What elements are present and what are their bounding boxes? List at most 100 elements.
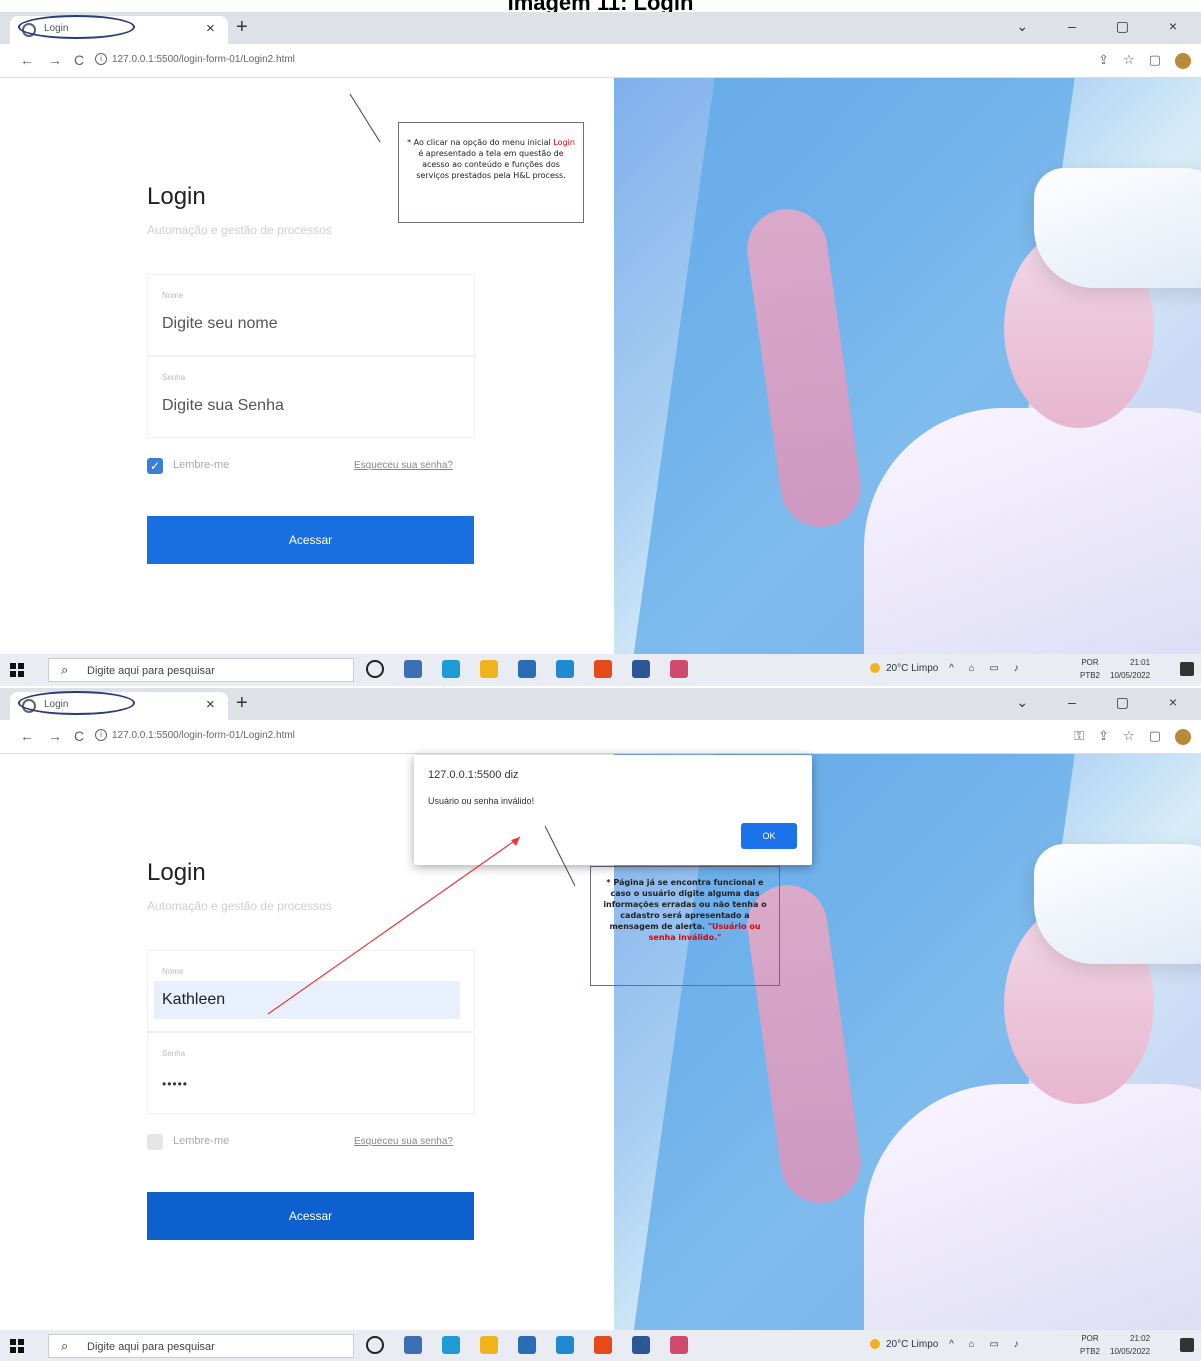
login-title: Login xyxy=(147,859,206,886)
note-highlight: Login xyxy=(553,138,575,147)
back-arrow-icon[interactable]: ← xyxy=(20,728,34,744)
alert-origin: 127.0.0.1:5500 diz xyxy=(428,769,519,781)
cortana-icon[interactable] xyxy=(366,660,384,678)
windows-start-icon[interactable] xyxy=(10,663,24,677)
window-controls[interactable]: ⌄ – ▢ × xyxy=(1016,18,1195,35)
remember-checkbox[interactable] xyxy=(147,1134,163,1150)
document-caption-text: Imagem 11: Login xyxy=(508,0,694,12)
forward-arrow-icon[interactable]: → xyxy=(48,728,62,744)
reload-icon[interactable]: C xyxy=(74,52,84,68)
tab-close-icon[interactable]: × xyxy=(206,20,215,37)
search-icon: ⌕ xyxy=(61,662,69,677)
info-icon[interactable]: i xyxy=(95,53,107,65)
info-icon[interactable]: i xyxy=(95,729,107,741)
name-field[interactable]: Nome Kathleen xyxy=(147,950,475,1032)
word-icon[interactable] xyxy=(632,660,650,678)
system-tray[interactable]: 20°C Limpo ^ ⌂ ▭ ♪ xyxy=(870,663,1025,674)
profile-avatar[interactable] xyxy=(1175,728,1191,745)
language-indicator[interactable]: POR PTB2 xyxy=(1080,656,1100,682)
paint-icon[interactable] xyxy=(670,660,688,678)
remember-checkbox[interactable]: ✓ xyxy=(147,458,163,474)
page-content: Login Automação e gestão de processos No… xyxy=(0,754,1201,1330)
password-field[interactable]: Senha ••••• xyxy=(147,1032,475,1114)
lang-line-1: POR xyxy=(1081,1334,1099,1343)
lang-line-1: POR xyxy=(1081,658,1099,667)
forgot-password-link[interactable]: Esqueceu sua senha? xyxy=(354,460,453,471)
annotation-note: * Ao clicar na opção do menu inicial Log… xyxy=(398,122,584,223)
windows-start-icon[interactable] xyxy=(10,1339,24,1353)
chrome-icon[interactable] xyxy=(594,1336,612,1354)
hero-body xyxy=(864,1084,1201,1330)
submit-button[interactable]: Acessar xyxy=(147,1192,474,1240)
profile-avatar[interactable] xyxy=(1175,52,1191,69)
new-tab-button[interactable]: + xyxy=(236,692,248,715)
explorer-icon[interactable] xyxy=(480,660,498,678)
login-title: Login xyxy=(147,183,206,210)
submit-button[interactable]: Acessar xyxy=(147,516,474,564)
password-input[interactable]: ••••• xyxy=(162,1077,188,1091)
tray-icons[interactable]: ^ ⌂ ▭ ♪ xyxy=(949,1339,1025,1350)
cortana-icon[interactable] xyxy=(366,1336,384,1354)
clock-time: 21:02 xyxy=(1130,1334,1151,1343)
name-label: Nome xyxy=(162,967,184,976)
back-arrow-icon[interactable]: ← xyxy=(20,52,34,68)
new-tab-button[interactable]: + xyxy=(236,16,248,39)
taskbar-search[interactable]: ⌕ Digite aqui para pesquisar xyxy=(48,658,354,682)
page-content: Login Automação e gestão de processos No… xyxy=(0,78,1201,654)
task-view-icon[interactable] xyxy=(404,1336,422,1354)
address-bar: ← → C i 127.0.0.1:5500/login-form-01/Log… xyxy=(0,720,1201,754)
store-icon[interactable] xyxy=(518,1336,536,1354)
screenshot-login-empty: Login × + ⌄ – ▢ × ← → C i 127.0.0.1:5500… xyxy=(0,12,1201,686)
forgot-password-link[interactable]: Esqueceu sua senha? xyxy=(354,1136,453,1147)
clock-time: 21:01 xyxy=(1130,658,1151,667)
alert-ok-button[interactable]: OK xyxy=(741,823,797,849)
weather-text: 20°C Limpo xyxy=(886,663,939,674)
vscode-icon[interactable] xyxy=(556,1336,574,1354)
name-field[interactable]: Nome Digite seu nome xyxy=(147,274,475,356)
password-field[interactable]: Senha Digite sua Senha xyxy=(147,356,475,438)
search-icon: ⌕ xyxy=(61,1338,69,1353)
chrome-icon[interactable] xyxy=(594,660,612,678)
browser-tab-strip: Login × + ⌄ – ▢ × xyxy=(0,688,1201,720)
browser-toolbar-icons[interactable]: ⚿⇪☆▢ xyxy=(1074,728,1191,745)
note-text-suffix: é apresentado a tela em questão de acess… xyxy=(416,149,566,180)
task-view-icon[interactable] xyxy=(404,660,422,678)
browser-toolbar-icons[interactable]: ⇪☆▢ xyxy=(1098,52,1191,69)
windows-taskbar: ⌕ Digite aqui para pesquisar 20°C Limpo … xyxy=(0,1330,1201,1361)
password-label: Senha xyxy=(162,373,186,382)
forward-arrow-icon[interactable]: → xyxy=(48,52,62,68)
store-icon[interactable] xyxy=(518,660,536,678)
taskbar-search[interactable]: ⌕ Digite aqui para pesquisar xyxy=(48,1334,354,1358)
name-label: Nome xyxy=(162,291,184,300)
explorer-icon[interactable] xyxy=(480,1336,498,1354)
browser-tab-strip: Login × + ⌄ – ▢ × xyxy=(0,12,1201,44)
system-tray[interactable]: 20°C Limpo ^ ⌂ ▭ ♪ xyxy=(870,1339,1025,1350)
name-input[interactable]: Kathleen xyxy=(162,991,225,1009)
language-indicator[interactable]: POR PTB2 xyxy=(1080,1332,1100,1358)
vscode-icon[interactable] xyxy=(556,660,574,678)
reload-icon[interactable]: C xyxy=(74,728,84,744)
tab-close-icon[interactable]: × xyxy=(206,696,215,713)
password-label: Senha xyxy=(162,1049,186,1058)
paint-icon[interactable] xyxy=(670,1336,688,1354)
notification-icon[interactable] xyxy=(1180,1338,1194,1352)
edge-icon[interactable] xyxy=(442,1336,460,1354)
taskbar-apps[interactable] xyxy=(366,1336,708,1354)
notification-icon[interactable] xyxy=(1180,662,1194,676)
url-field[interactable]: 127.0.0.1:5500/login-form-01/Login2.html xyxy=(112,54,295,65)
name-input[interactable]: Digite seu nome xyxy=(162,315,278,333)
tray-icons[interactable]: ^ ⌂ ▭ ♪ xyxy=(949,663,1025,674)
password-input[interactable]: Digite sua Senha xyxy=(162,397,284,415)
vr-headset xyxy=(1034,844,1201,964)
url-field[interactable]: 127.0.0.1:5500/login-form-01/Login2.html xyxy=(112,730,295,741)
taskbar-clock[interactable]: 21:02 10/05/2022 xyxy=(1110,1332,1150,1358)
taskbar-apps[interactable] xyxy=(366,660,708,678)
taskbar-clock[interactable]: 21:01 10/05/2022 xyxy=(1110,656,1150,682)
alert-message: Usuário ou senha inválido! xyxy=(428,796,535,806)
lang-line-2: PTB2 xyxy=(1080,671,1101,680)
taskbar-search-placeholder: Digite aqui para pesquisar xyxy=(87,1341,215,1353)
address-bar: ← → C i 127.0.0.1:5500/login-form-01/Log… xyxy=(0,44,1201,78)
edge-icon[interactable] xyxy=(442,660,460,678)
window-controls[interactable]: ⌄ – ▢ × xyxy=(1016,694,1195,711)
word-icon[interactable] xyxy=(632,1336,650,1354)
